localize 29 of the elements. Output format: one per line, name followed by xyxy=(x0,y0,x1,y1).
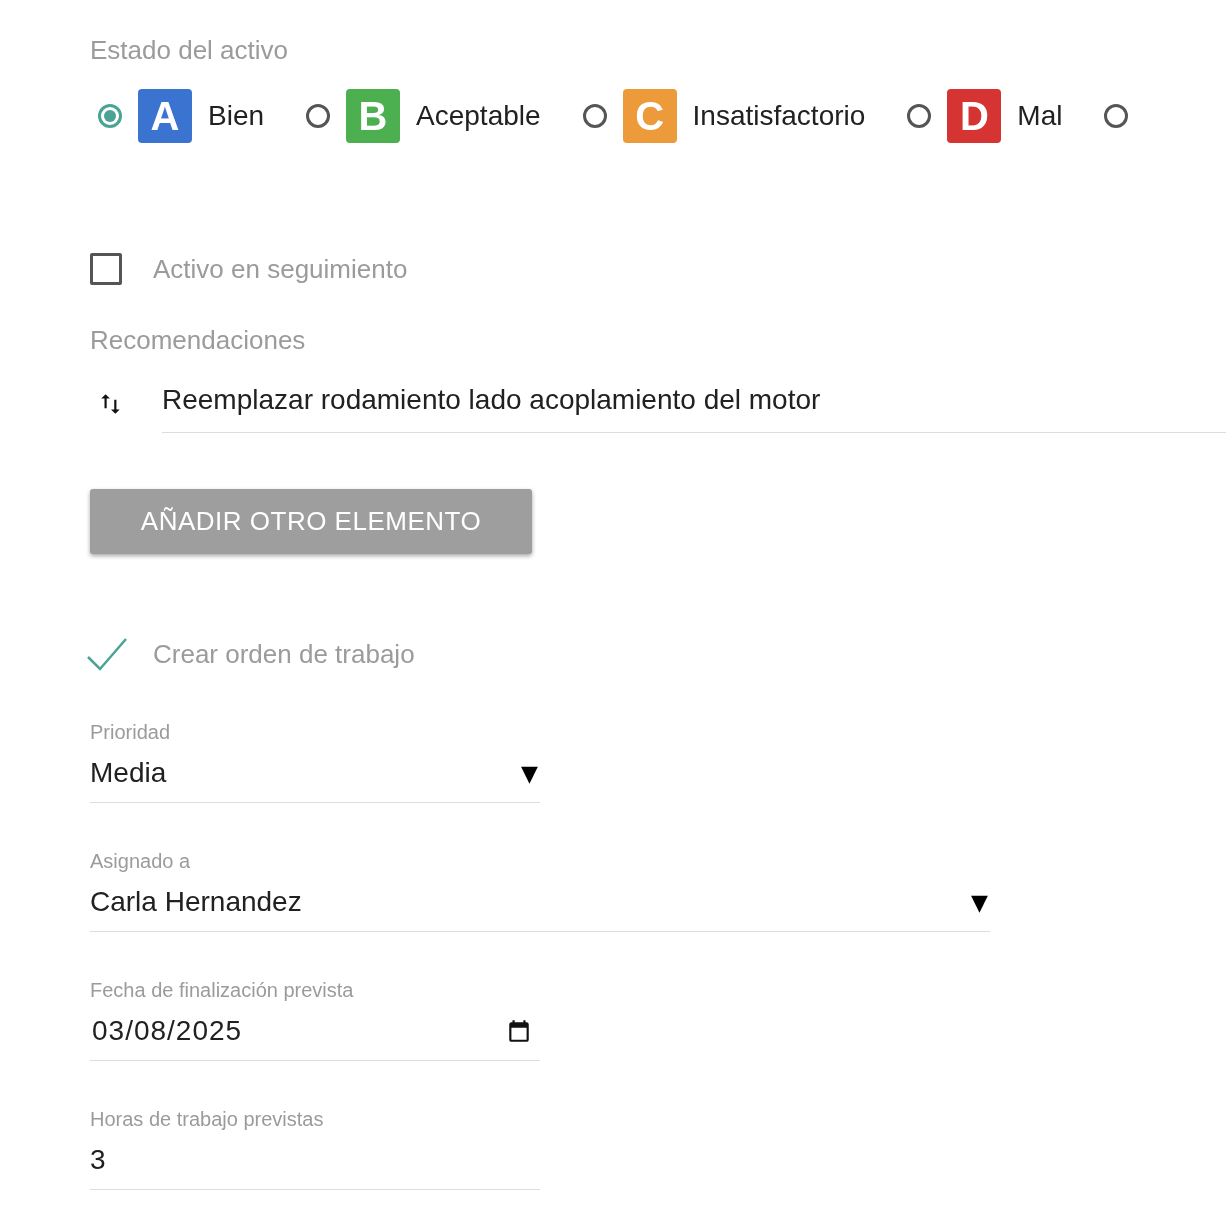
grade-badge: C xyxy=(622,89,677,143)
field-label: Fecha de finalización prevista xyxy=(90,979,355,1002)
date-field[interactable]: 03/08/2025 xyxy=(90,1002,540,1061)
dropdown-field[interactable]: Carla Hernandez ▼ xyxy=(90,873,990,932)
recommendation-field[interactable]: Reemplazar rodamiento lado acoplamiento del motor xyxy=(162,374,1226,433)
grade-badge: D xyxy=(947,89,1002,143)
section-label: Estado del activo xyxy=(90,34,289,67)
option-label: Bien xyxy=(208,100,265,132)
field-label: Horas de trabajo previstas xyxy=(90,1108,325,1131)
radio-button[interactable] xyxy=(907,104,932,128)
radio-button[interactable] xyxy=(1104,104,1129,128)
checkbox[interactable] xyxy=(90,253,122,285)
section-label: Recomendaciones xyxy=(90,324,307,357)
input-field[interactable]: 3 xyxy=(90,1131,540,1190)
grade-badge: B xyxy=(346,89,401,143)
option-label: Mal xyxy=(1017,100,1063,132)
radio-button[interactable] xyxy=(306,104,331,128)
radio-button[interactable] xyxy=(582,104,607,128)
calendar-icon[interactable] xyxy=(506,1018,532,1044)
field-label: Asignado a xyxy=(90,850,192,873)
grade-badge: A xyxy=(138,89,192,143)
dropdown-field[interactable]: Media ▼ xyxy=(90,744,540,803)
option-label: Aceptable xyxy=(416,100,541,132)
option-label: Insatisfactorio xyxy=(692,100,866,132)
checkbox-label: Crear orden de trabajo xyxy=(153,638,415,670)
radio-button[interactable] xyxy=(98,104,122,128)
checkbox[interactable] xyxy=(86,637,130,671)
field-label: Prioridad xyxy=(90,721,172,744)
checkbox-label: Activo en seguimiento xyxy=(153,253,408,285)
